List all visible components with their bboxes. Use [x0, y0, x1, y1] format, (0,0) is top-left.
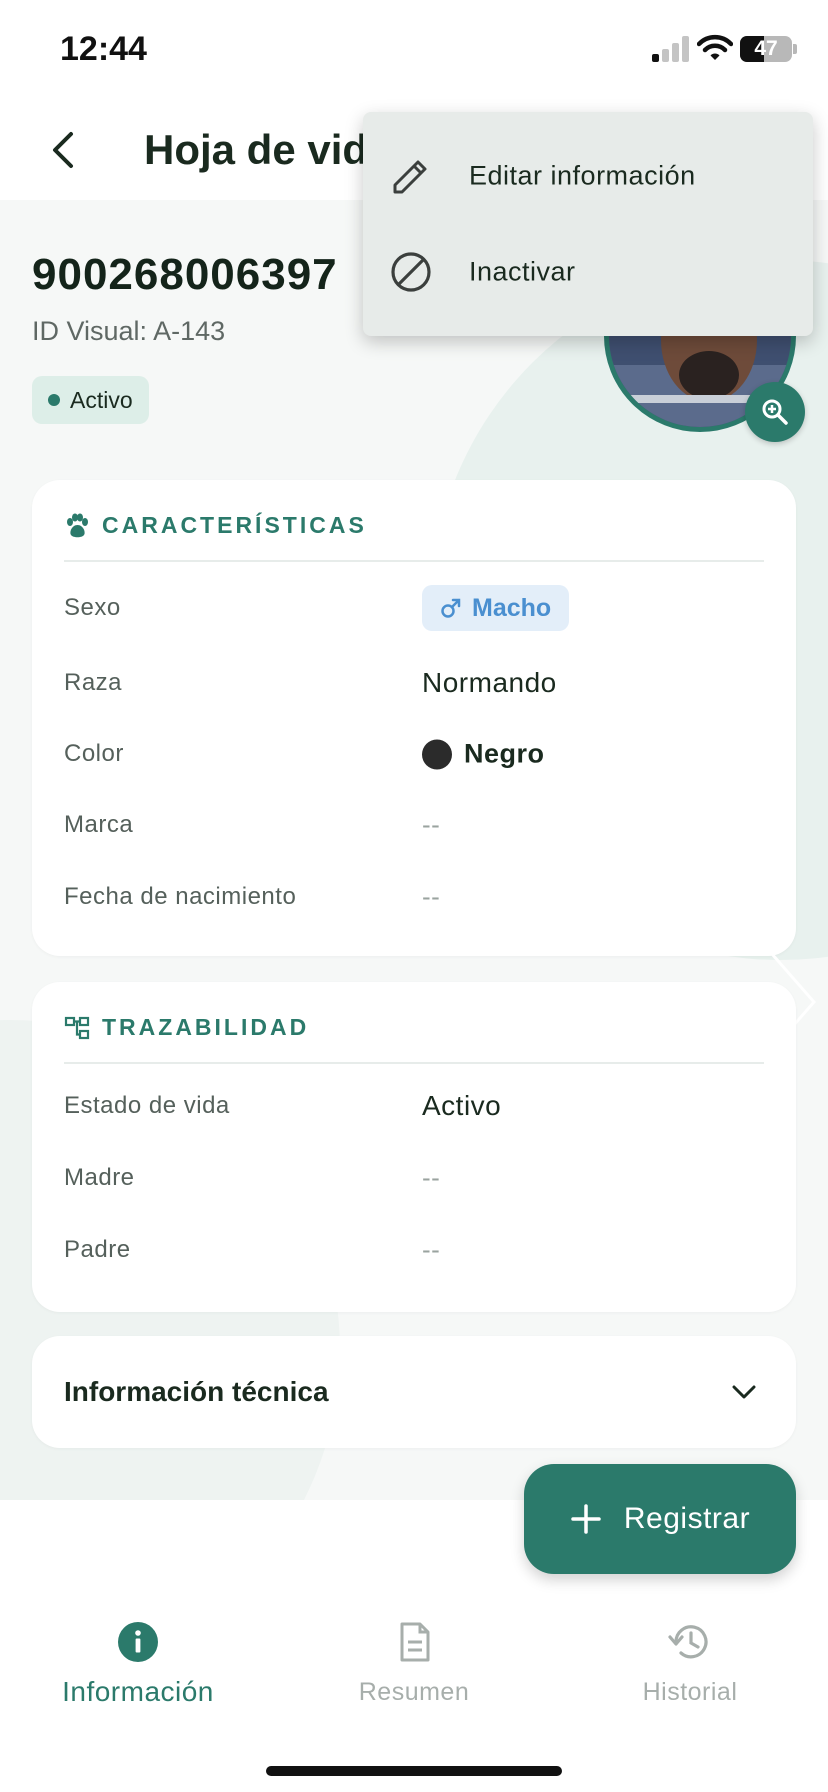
pencil-icon [393, 160, 427, 194]
page-title: Hoja de vida [144, 126, 392, 173]
nav-label: Resumen [358, 1678, 470, 1706]
row-label: Marca [64, 811, 134, 838]
traceability-title: TRAZABILIDAD [102, 1014, 310, 1040]
color-name: Negro [464, 738, 545, 769]
register-button-label: Registrar [623, 1502, 751, 1535]
row-label: Estado de vida [64, 1092, 230, 1119]
chevron-down-icon [732, 1385, 756, 1399]
father-value: -- [422, 1234, 441, 1265]
nav-item-history[interactable]: Historial [552, 1620, 828, 1730]
visual-id: ID Visual: A-143 [32, 316, 226, 346]
chevron-left-icon [53, 132, 73, 168]
row-father: Padre -- [64, 1220, 764, 1280]
birthdate-value: -- [422, 881, 441, 912]
row-label: Fecha de nacimiento [64, 883, 297, 910]
status-time: 12:44 [60, 30, 147, 68]
technical-info-expander[interactable]: Información técnica [32, 1336, 796, 1448]
color-value: Negro [422, 739, 545, 770]
row-mother: Madre -- [64, 1148, 764, 1208]
divider [64, 1062, 764, 1064]
wifi-icon [697, 34, 733, 60]
life-status-value: Activo [422, 1090, 502, 1121]
row-label: Padre [64, 1236, 131, 1263]
hierarchy-icon [64, 1016, 90, 1039]
characteristics-card: CARACTERÍSTICAS Sexo Macho Raza Normando… [32, 480, 796, 956]
mother-value: -- [422, 1162, 441, 1193]
color-swatch [422, 739, 452, 769]
menu-item-edit[interactable]: Editar información [363, 128, 813, 224]
mark-value: -- [422, 809, 441, 840]
plus-icon [571, 1504, 601, 1534]
status-dot [48, 394, 60, 406]
row-life-status: Estado de vida Activo [64, 1076, 764, 1136]
document-icon [400, 1622, 430, 1662]
menu-item-label: Inactivar [469, 256, 576, 287]
characteristics-title: CARACTERÍSTICAS [102, 512, 367, 538]
traceability-header: TRAZABILIDAD [64, 1014, 309, 1041]
battery-tip [793, 44, 797, 54]
sex-chip: Macho [422, 585, 570, 631]
row-label: Color [64, 740, 124, 767]
info-icon [118, 1622, 158, 1662]
zoom-photo-button[interactable] [745, 382, 805, 442]
home-indicator [266, 1766, 562, 1776]
nav-item-summary[interactable]: Resumen [276, 1620, 552, 1730]
status-bar: 12:44 47 [0, 0, 828, 100]
nav-label: Historial [642, 1678, 738, 1706]
nav-item-information[interactable]: Información [0, 1620, 276, 1730]
status-badge: Activo [32, 376, 149, 424]
menu-item-deactivate[interactable]: Inactivar [363, 224, 813, 320]
history-icon [668, 1625, 708, 1659]
battery-icon: 47 [740, 36, 792, 62]
technical-info-title: Información técnica [64, 1376, 329, 1407]
row-breed: Raza Normando [64, 653, 764, 713]
cellular-signal-icon [652, 36, 692, 62]
paw-icon [67, 513, 88, 537]
animal-id: 900268006397 [32, 250, 338, 299]
row-mark: Marca -- [64, 795, 764, 855]
block-icon [391, 252, 431, 292]
row-label: Raza [64, 669, 123, 696]
status-badge-label: Activo [70, 386, 133, 413]
sex-value: Macho [472, 593, 552, 622]
menu-item-label: Editar información [469, 160, 696, 191]
register-button[interactable]: Registrar [524, 1464, 796, 1574]
nav-label: Información [62, 1676, 214, 1707]
row-color: Color Negro [64, 724, 764, 784]
characteristics-header: CARACTERÍSTICAS [64, 512, 367, 539]
back-button[interactable] [36, 124, 88, 176]
row-label: Madre [64, 1164, 135, 1191]
row-birthdate: Fecha de nacimiento -- [64, 867, 764, 927]
row-sex: Sexo Macho [64, 578, 764, 638]
row-label: Sexo [64, 594, 121, 621]
breed-value: Normando [422, 667, 557, 698]
male-icon [441, 598, 461, 618]
bottom-navigation: Información Resumen Historial [0, 1600, 828, 1792]
traceability-card: TRAZABILIDAD Estado de vida Activo Madre… [32, 982, 796, 1312]
options-menu: Editar información Inactivar [363, 112, 813, 336]
battery-level: 47 [754, 37, 778, 60]
divider [64, 560, 764, 562]
zoom-in-icon [762, 399, 788, 425]
